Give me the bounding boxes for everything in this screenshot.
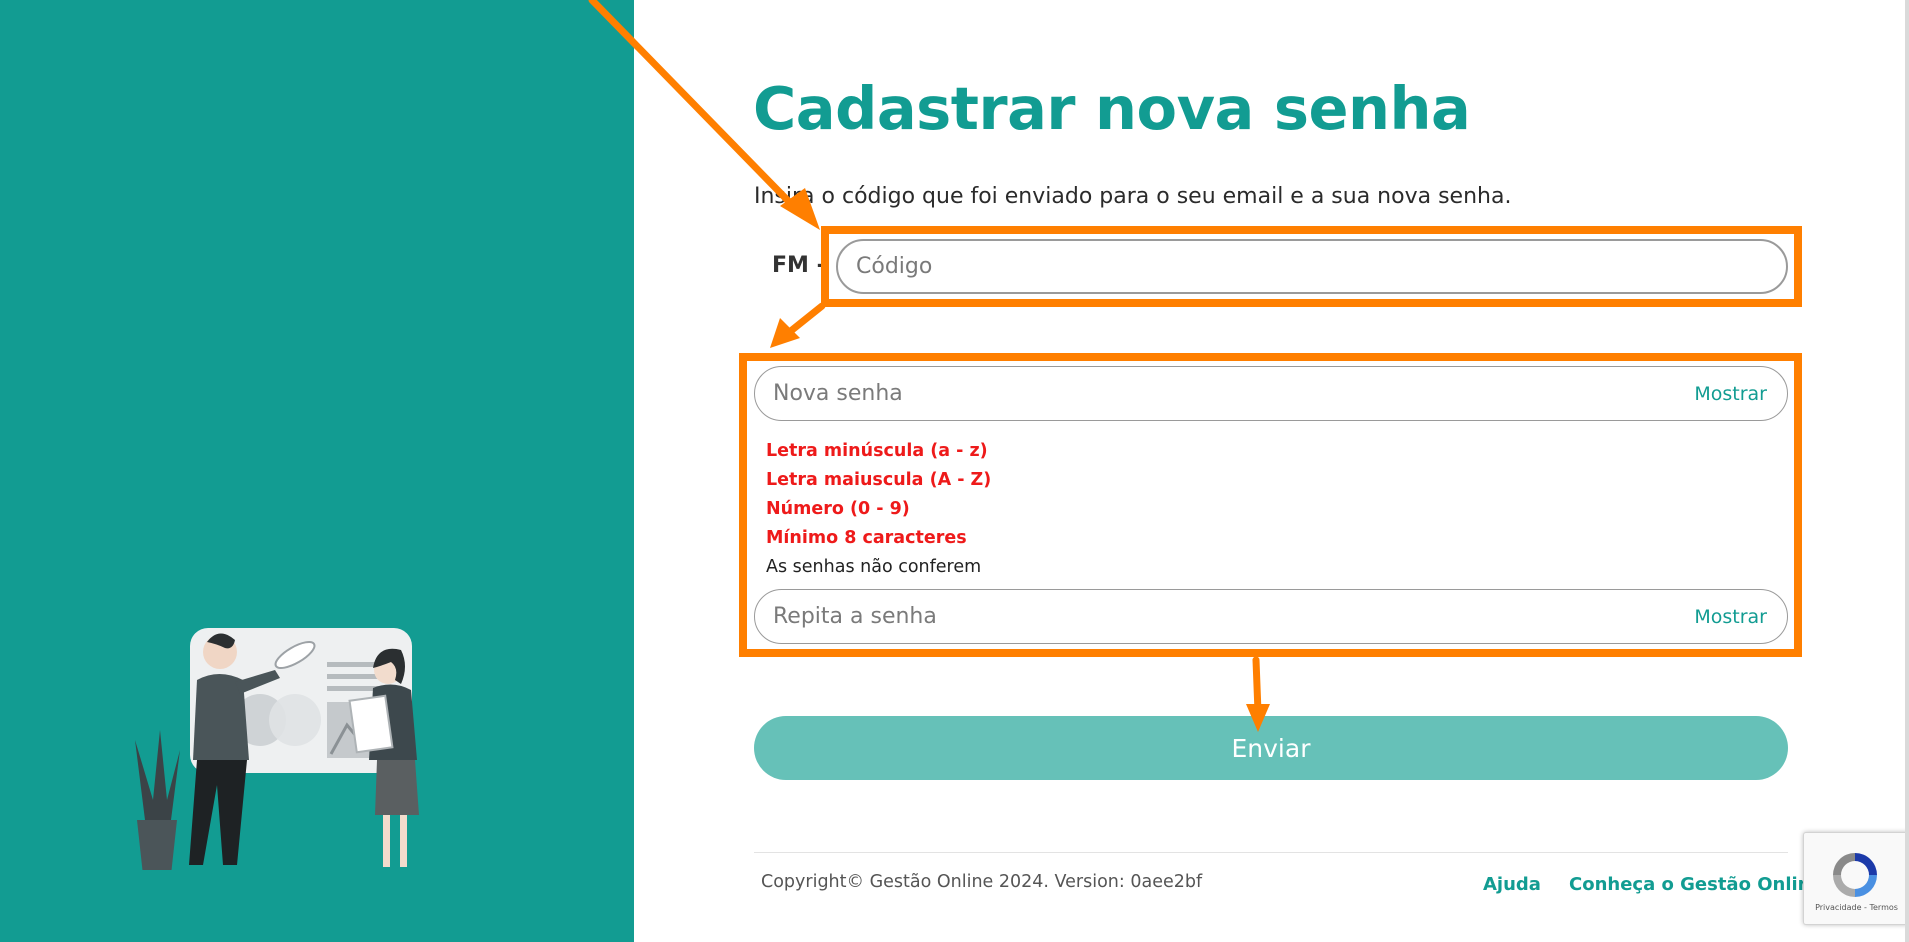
copyright-text: Copyright© Gestão Online 2024. Version: …	[761, 872, 1203, 892]
page-subtitle: Insira o código que foi enviado para o s…	[754, 184, 1512, 209]
page-scrollbar[interactable]	[1905, 0, 1909, 942]
about-link[interactable]: Conheça o Gestão Online	[1569, 874, 1823, 895]
code-prefix-label: FM -	[772, 253, 826, 278]
footer-divider	[754, 852, 1788, 853]
submit-button[interactable]: Enviar	[754, 716, 1788, 780]
recaptcha-links[interactable]: Privacidade - Termos	[1804, 903, 1909, 912]
page-title: Cadastrar nova senha	[753, 74, 1471, 143]
password-section-highlight	[739, 353, 1802, 657]
side-panel	[0, 0, 634, 942]
recaptcha-badge[interactable]: Privacidade - Termos	[1803, 832, 1909, 925]
code-field-highlight	[821, 226, 1802, 307]
team-presentation-illustration	[135, 628, 419, 870]
recaptcha-icon	[1833, 853, 1877, 897]
arrow-head-password	[770, 318, 800, 348]
help-link[interactable]: Ajuda	[1483, 874, 1541, 895]
